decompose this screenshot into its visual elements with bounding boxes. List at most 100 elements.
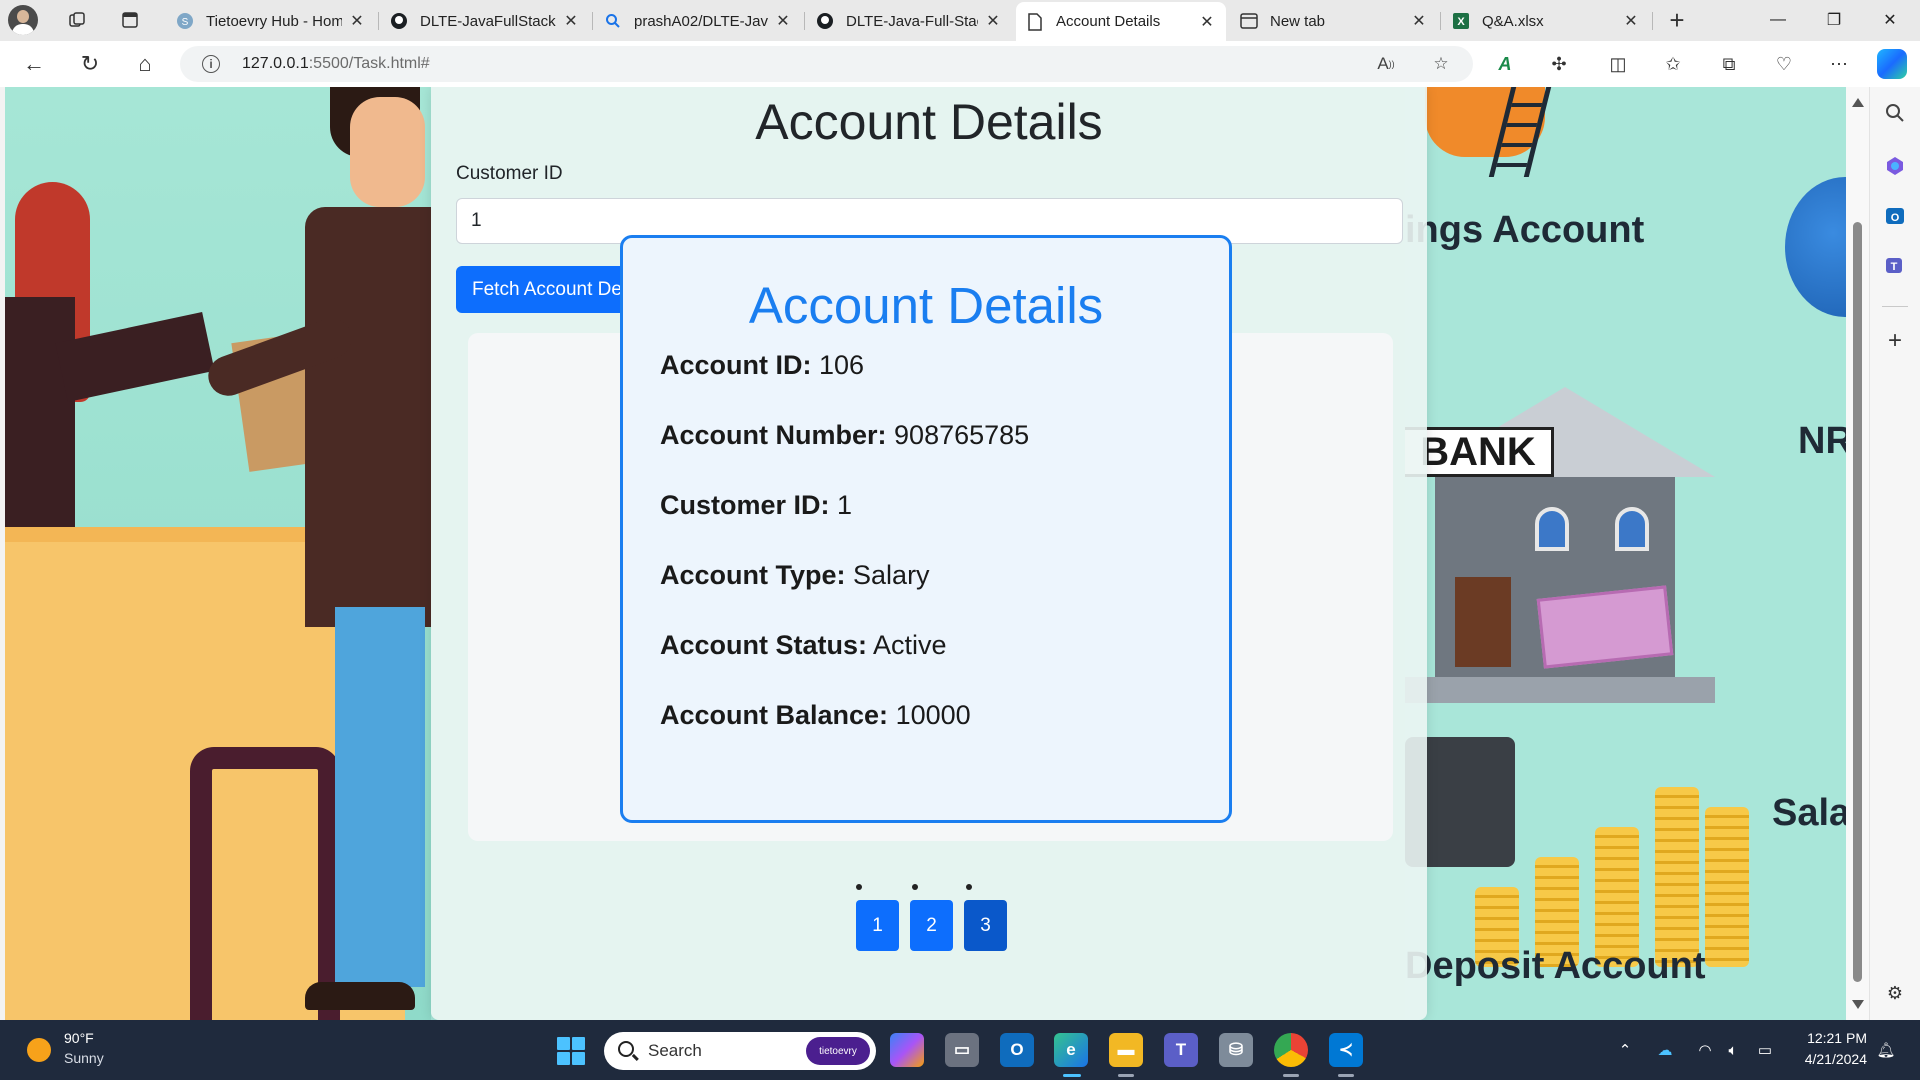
task-view-icon[interactable]: ▭ <box>945 1033 979 1067</box>
close-window-button[interactable]: ✕ <box>1862 0 1918 40</box>
tab-label: Q&A.xlsx <box>1482 12 1544 30</box>
profile-avatar[interactable] <box>8 5 38 35</box>
close-tab-icon[interactable]: ✕ <box>1410 12 1428 30</box>
favorite-star-icon[interactable]: ☆ <box>1430 53 1452 75</box>
weather-sun-icon[interactable] <box>27 1038 51 1062</box>
scroll-down-arrow[interactable] <box>1852 1000 1864 1009</box>
tab-new-tab[interactable]: New tab ✕ <box>1230 2 1438 40</box>
sidebar-add-icon[interactable]: + <box>1881 327 1909 355</box>
close-tab-icon[interactable]: ✕ <box>984 12 1002 30</box>
extension-a-icon[interactable]: A <box>1488 47 1522 81</box>
weather-condition[interactable]: Sunny <box>64 1050 104 1066</box>
home-button[interactable]: ⌂ <box>128 47 162 81</box>
volume-icon[interactable]: 🔈︎ <box>1722 1039 1744 1061</box>
search-placeholder: Search <box>648 1041 702 1060</box>
rupee-notes-icon <box>1536 585 1674 669</box>
tab-label: Account Details <box>1056 13 1161 30</box>
tab-label: prashA02/DLTE-Java <box>634 12 768 30</box>
tab-label: Tietoevry Hub - Home <box>206 12 342 30</box>
tietoevry-badge: tietoevry <box>806 1037 870 1065</box>
close-tab-icon[interactable]: ✕ <box>348 12 366 30</box>
page-button-2[interactable]: 2 <box>910 900 953 951</box>
fetch-account-details-button[interactable]: Fetch Account Details <box>456 266 644 313</box>
vertical-tabs-icon[interactable] <box>113 5 147 35</box>
account-details-modal: Account Details Account ID: 106 Account … <box>620 235 1232 823</box>
search-icon <box>618 1041 634 1057</box>
new-tab-button[interactable]: + <box>1660 4 1694 36</box>
sidebar-outlook-icon[interactable]: O <box>1881 202 1909 230</box>
read-aloud-icon[interactable]: A)) <box>1375 53 1397 75</box>
split-screen-icon[interactable]: ◫ <box>1601 47 1635 81</box>
edge-sidebar: O T + ⚙ <box>1869 87 1920 1020</box>
extensions-icon[interactable]: ✣ <box>1542 47 1576 81</box>
collections-icon[interactable]: ⧉ <box>1712 47 1746 81</box>
chrome-app-icon[interactable] <box>1274 1033 1308 1067</box>
tab-label: DLTE-JavaFullStack- <box>420 12 556 30</box>
close-tab-icon[interactable]: ✕ <box>1198 13 1216 31</box>
sidebar-search-icon[interactable] <box>1881 99 1909 127</box>
salary-account-text: Salar <box>1772 792 1846 834</box>
tab-prasha02-search[interactable]: prashA02/DLTE-Java ✕ <box>594 2 802 40</box>
clock-date[interactable]: 4/21/2024 <box>1793 1051 1867 1067</box>
teams-app-icon[interactable]: T <box>1164 1033 1198 1067</box>
sidebar-teams-icon[interactable]: T <box>1881 251 1909 279</box>
scroll-thumb[interactable] <box>1853 222 1862 982</box>
carousel-dot[interactable] <box>912 884 918 890</box>
minimize-button[interactable]: — <box>1750 0 1806 40</box>
wifi-icon[interactable]: ◠ <box>1694 1039 1716 1061</box>
outlook-app-icon[interactable]: O <box>1000 1033 1034 1067</box>
vscode-app-icon[interactable]: ≺ <box>1329 1033 1363 1067</box>
url-text[interactable]: 127.0.0.1:5500/Task.html# <box>242 55 430 73</box>
browser-tab-strip: S Tietoevry Hub - Home ✕ DLTE-JavaFullSt… <box>0 0 1920 41</box>
sidebar-copilot-icon[interactable] <box>1881 152 1909 180</box>
start-button[interactable] <box>557 1037 585 1065</box>
page-button-3[interactable]: 3 <box>964 900 1007 951</box>
copilot-icon[interactable] <box>1877 49 1907 79</box>
tab-label: New tab <box>1270 12 1326 30</box>
clock-time[interactable]: 12:21 PM <box>1803 1030 1867 1046</box>
svg-text:O: O <box>1891 212 1900 224</box>
bank-sign: BANK <box>1405 427 1554 477</box>
close-tab-icon[interactable]: ✕ <box>774 12 792 30</box>
sidebar-settings-icon[interactable]: ⚙ <box>1881 979 1909 1007</box>
refresh-button[interactable]: ↻ <box>73 47 107 81</box>
close-tab-icon[interactable]: ✕ <box>1622 12 1640 30</box>
github-icon <box>390 12 408 30</box>
tab-dlte-javafullstack[interactable]: DLTE-JavaFullStack- ✕ <box>380 2 590 40</box>
database-app-icon[interactable]: ⛁ <box>1219 1033 1253 1067</box>
notifications-bell-icon[interactable]: 🔔︎ <box>1875 1039 1897 1061</box>
sharepoint-icon: S <box>176 12 194 30</box>
back-button[interactable]: ← <box>17 47 51 81</box>
favorites-icon[interactable]: ✩ <box>1656 47 1690 81</box>
scroll-up-arrow[interactable] <box>1852 98 1864 107</box>
battery-icon[interactable]: ▭ <box>1754 1039 1776 1061</box>
copilot-app-icon[interactable] <box>890 1033 924 1067</box>
tab-tietoevry-hub[interactable]: S Tietoevry Hub - Home ✕ <box>166 2 376 40</box>
carousel-dot[interactable] <box>856 884 862 890</box>
tab-qa-xlsx[interactable]: X Q&A.xlsx ✕ <box>1442 2 1650 40</box>
detail-account-status: Account Status: Active <box>660 630 947 660</box>
site-info-icon[interactable]: i <box>202 55 220 73</box>
browser-essentials-icon[interactable]: ♡ <box>1767 47 1801 81</box>
tab-account-details[interactable]: Account Details ✕ <box>1016 2 1226 41</box>
file-explorer-icon[interactable]: ▬ <box>1109 1033 1143 1067</box>
page-button-1[interactable]: 1 <box>856 900 899 951</box>
svg-text:T: T <box>1891 261 1898 273</box>
show-hidden-icons-chevron[interactable]: ⌃ <box>1614 1039 1636 1061</box>
restore-button[interactable]: ❐ <box>1806 0 1862 40</box>
onedrive-icon[interactable]: ☁ <box>1654 1039 1676 1061</box>
workspaces-icon[interactable] <box>60 5 94 35</box>
close-tab-icon[interactable]: ✕ <box>562 12 580 30</box>
more-menu-icon[interactable]: ⋯ <box>1822 47 1856 81</box>
address-bar[interactable]: i 127.0.0.1:5500/Task.html# A)) ☆ <box>180 46 1473 82</box>
edge-app-icon[interactable]: e <box>1054 1033 1088 1067</box>
tab-dlte-java-full-stack[interactable]: DLTE-Java-Full-Stack ✕ <box>806 2 1012 40</box>
page-scrollbar[interactable] <box>1846 87 1869 1020</box>
svg-text:S: S <box>182 17 189 28</box>
savings-account-text: ings Account <box>1405 209 1645 251</box>
taskbar-search[interactable]: Search tietoevry <box>604 1032 876 1070</box>
modal-title: Account Details <box>748 277 1104 334</box>
weather-temperature[interactable]: 90°F <box>64 1030 94 1046</box>
windows-taskbar: 90°F Sunny Search tietoevry ▭ O e ▬ T ⛁ … <box>0 1020 1920 1080</box>
carousel-dot[interactable] <box>966 884 972 890</box>
